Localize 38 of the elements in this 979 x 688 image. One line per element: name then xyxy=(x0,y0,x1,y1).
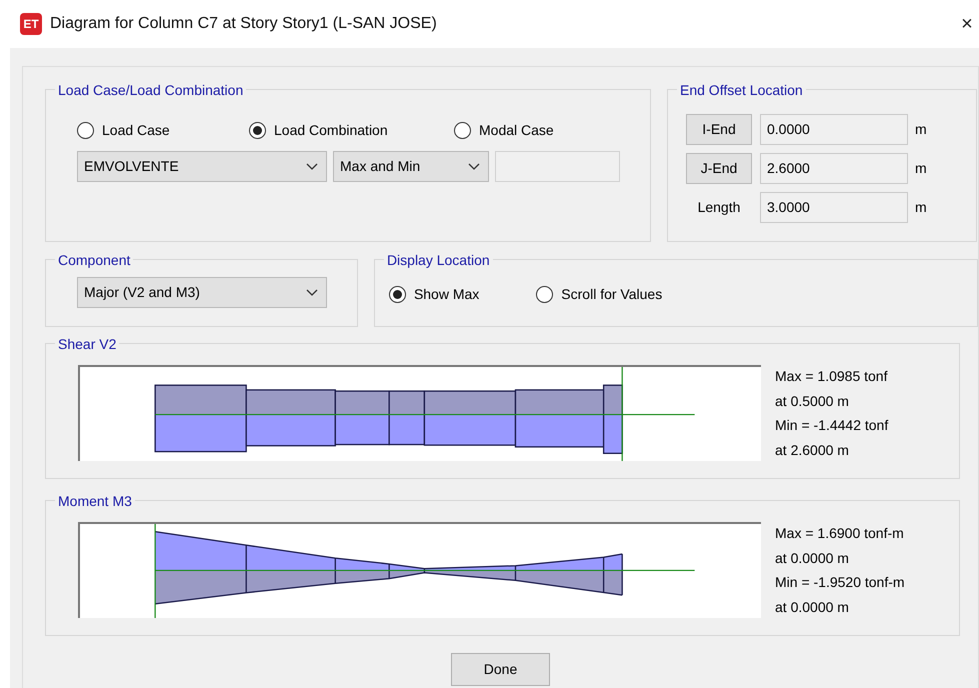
result-text: Max = 1.6900 tonf-m xyxy=(775,524,905,543)
type-dropdown[interactable]: Max and Min xyxy=(333,151,489,182)
result-text: at 0.0000 m xyxy=(775,598,850,616)
result-text: Min = -1.9520 tonf-m xyxy=(775,573,905,592)
window-title: Diagram for Column C7 at Story Story1 (L-SAN JOSE) xyxy=(50,14,437,34)
value-field[interactable]: 2.6000 xyxy=(760,153,908,184)
result-text: at 2.6000 m xyxy=(775,440,850,460)
app-logo: ET xyxy=(20,13,42,35)
done-button[interactable]: Done xyxy=(451,653,550,686)
case-dropdown[interactable]: EMVOLVENTE xyxy=(77,151,327,182)
result-text: at 0.5000 m xyxy=(775,392,850,410)
value-field[interactable]: 3.0000 xyxy=(760,192,908,223)
field-label: Length xyxy=(696,198,742,217)
close-button[interactable]: × xyxy=(957,9,977,39)
result-text: Max = 1.0985 tonf xyxy=(775,367,888,386)
radio-button[interactable] xyxy=(454,122,471,139)
result-text: Min = -1.4442 tonf xyxy=(775,416,888,435)
unit-label: m xyxy=(915,159,927,178)
chevron-down-icon xyxy=(468,162,480,170)
radio-button[interactable] xyxy=(249,122,266,139)
end-button[interactable]: I-End xyxy=(686,114,752,145)
end-button[interactable]: J-End xyxy=(686,153,752,184)
chevron-down-icon xyxy=(306,162,318,170)
unit-label: m xyxy=(915,120,927,139)
radio-label: Load Combination xyxy=(274,121,388,140)
result-text: at 0.0000 m xyxy=(775,548,850,568)
radio-label: Load Case xyxy=(102,121,170,140)
radio-label: Show Max xyxy=(414,285,480,304)
radio-button[interactable] xyxy=(77,122,94,139)
unit-label: m xyxy=(915,198,927,217)
input-field[interactable] xyxy=(495,151,620,182)
radio-button[interactable] xyxy=(388,286,406,303)
value-field[interactable]: 0.0000 xyxy=(760,114,908,145)
component-dropdown[interactable]: Major (V2 and M3) xyxy=(77,277,327,308)
chevron-down-icon xyxy=(306,288,318,296)
radio-label: Modal Case xyxy=(479,121,554,140)
radio-button[interactable] xyxy=(536,286,554,303)
radio-label: Scroll for Values xyxy=(561,285,662,304)
